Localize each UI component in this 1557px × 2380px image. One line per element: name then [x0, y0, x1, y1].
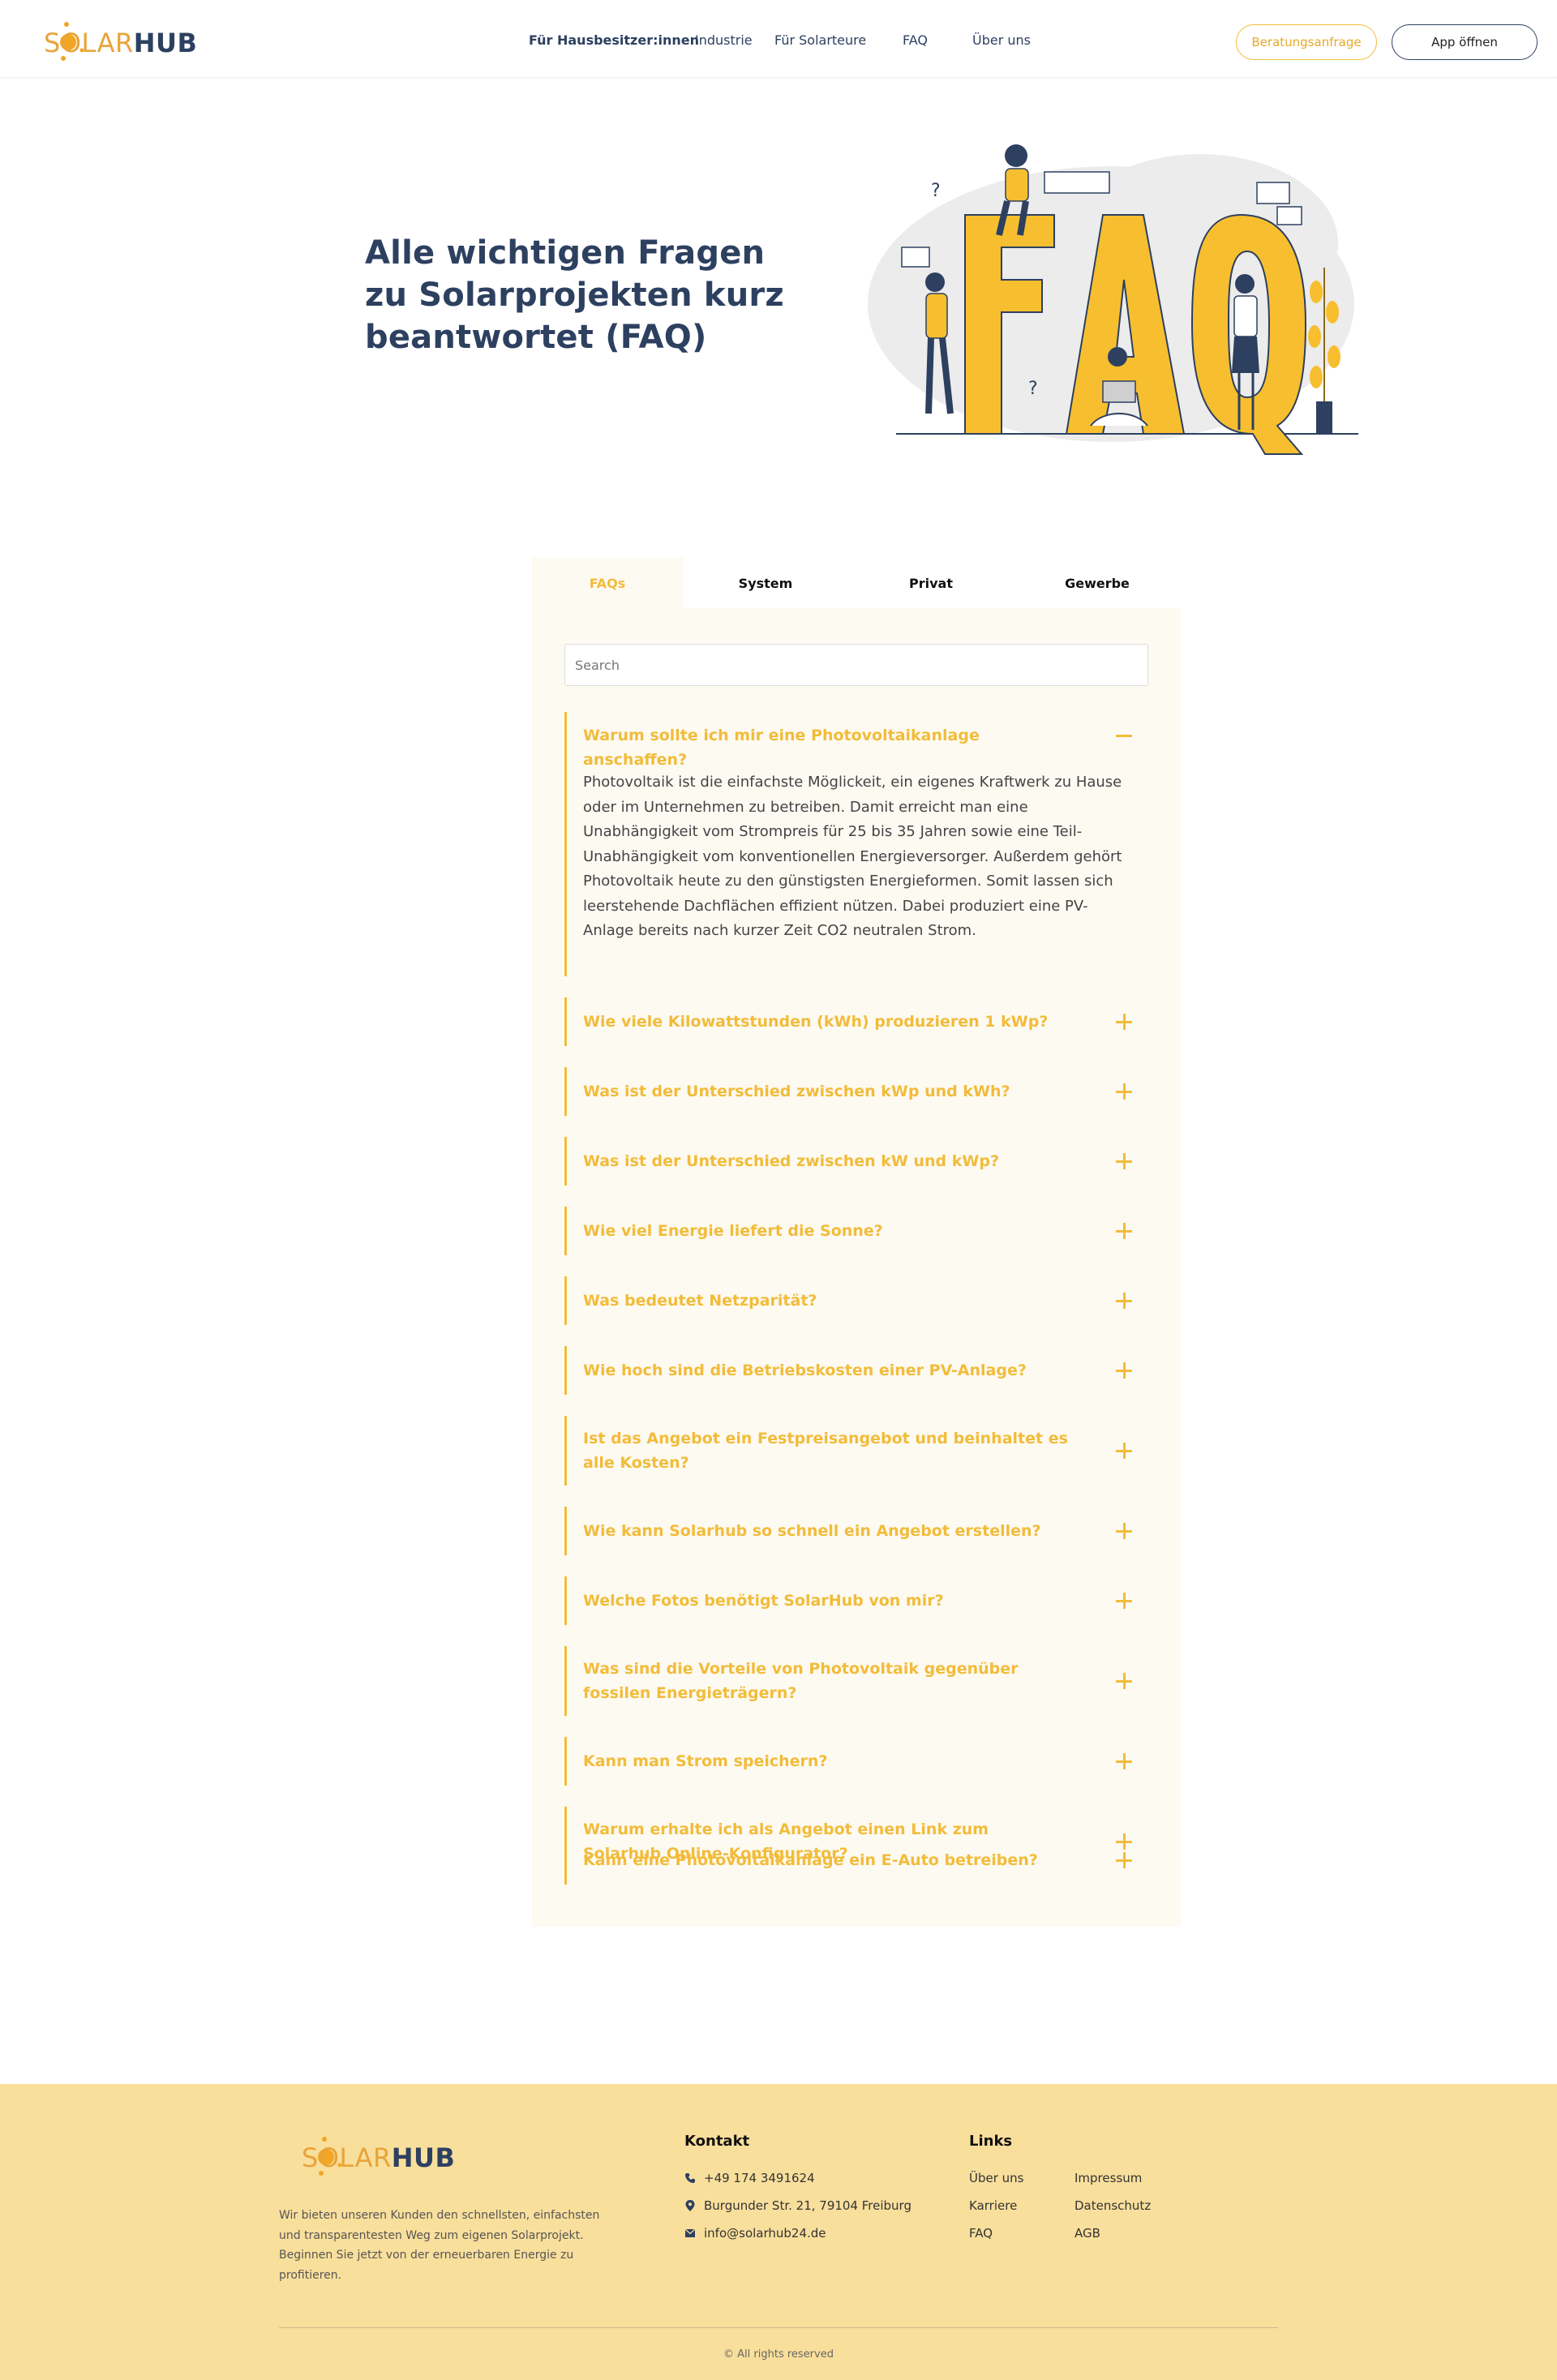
faq-question[interactable]: Wie kann Solarhub so schnell ein Angebot… — [583, 1519, 1070, 1543]
faq-item: Wie kann Solarhub so schnell ein Angebot… — [564, 1507, 1148, 1555]
faq-question[interactable]: Was ist der Unterschied zwischen kW und … — [583, 1149, 1070, 1173]
faq-item: Was ist der Unterschied zwischen kWp und… — [564, 1067, 1148, 1116]
open-app-button[interactable]: App öffnen — [1392, 24, 1538, 60]
footer-link-about[interactable]: Über uns — [969, 2171, 1024, 2185]
site-header: SOLARHUB Für Hausbesitzer:innen Industri… — [0, 0, 1557, 78]
tab-commercial[interactable]: Gewerbe — [1014, 558, 1181, 608]
faq-item: Warum sollte ich mir eine Photovoltaikan… — [564, 712, 1148, 976]
faq-item: Kann man Strom speichern? — [564, 1737, 1148, 1786]
plus-icon[interactable] — [1114, 1671, 1134, 1691]
faq-question[interactable]: Was sind die Vorteile von Photovoltaik g… — [583, 1657, 1070, 1705]
page-title: Alle wichtigen Fragen zu Solarprojekten … — [365, 234, 784, 356]
faq-answer: Photovoltaik ist die einfachste Möglicke… — [583, 774, 1122, 939]
plus-icon[interactable] — [1114, 1291, 1134, 1310]
plus-icon[interactable] — [1114, 1752, 1134, 1771]
faq-question[interactable]: Kann eine Photovoltaikanlage ein E-Auto … — [583, 1848, 1070, 1872]
mail-icon — [684, 2228, 696, 2237]
faq-item: Ist das Angebot ein Festpreisangebot und… — [564, 1416, 1148, 1486]
plus-icon[interactable] — [1114, 1151, 1134, 1171]
phone-icon — [685, 2173, 695, 2183]
location-pin-icon — [685, 2200, 695, 2211]
faq-item: Kann eine Photovoltaikanlage ein E-Auto … — [564, 1836, 1148, 1885]
plus-icon[interactable] — [1114, 1361, 1134, 1380]
faq-category-tabs: FAQs System Privat Gewerbe — [532, 558, 1181, 608]
contact-email[interactable]: info@solarhub24.de — [684, 2226, 826, 2241]
nav-item-faq[interactable]: FAQ — [903, 32, 928, 48]
faq-item: Was sind die Vorteile von Photovoltaik g… — [564, 1646, 1148, 1716]
faq-item: Welche Fotos benötigt SolarHub von mir? — [564, 1576, 1148, 1625]
search-input[interactable] — [564, 644, 1148, 686]
faq-illustration: ? ? — [860, 138, 1362, 462]
footer-link-terms[interactable]: AGB — [1074, 2226, 1100, 2241]
plus-icon[interactable] — [1114, 1441, 1134, 1460]
nav-item-installers[interactable]: Für Solarteure — [774, 32, 866, 48]
faq-people-illustration-icon: ? ? — [868, 144, 1358, 455]
faq-question[interactable]: Wie viel Energie liefert die Sonne? — [583, 1219, 1070, 1243]
consultation-request-button[interactable]: Beratungsanfrage — [1236, 24, 1377, 60]
footer-link-faq[interactable]: FAQ — [969, 2226, 993, 2241]
faq-item: Was bedeutet Netzparität? — [564, 1276, 1148, 1325]
contact-address-text: Burgunder Str. 21, 79104 Freiburg — [704, 2198, 911, 2213]
svg-text:?: ? — [931, 181, 941, 201]
footer-divider — [279, 2327, 1278, 2328]
logo-solar-text: SOLAR — [302, 2142, 392, 2173]
links-heading: Links — [969, 2133, 1013, 2150]
faq-panel: Warum sollte ich mir eine Photovoltaikan… — [532, 608, 1181, 1927]
tab-private[interactable]: Privat — [848, 558, 1014, 608]
faq-question[interactable]: Ist das Angebot ein Festpreisangebot und… — [583, 1426, 1070, 1475]
faq-question[interactable]: Wie hoch sind die Betriebskosten einer P… — [583, 1358, 1070, 1383]
faq-item: Wie viel Energie liefert die Sonne? — [564, 1207, 1148, 1255]
footer-description: Wir bieten unseren Kunden den schnellste… — [279, 2209, 600, 2282]
plus-icon[interactable] — [1114, 1221, 1134, 1241]
faq-question[interactable]: Was ist der Unterschied zwischen kWp und… — [583, 1079, 1070, 1104]
footer-link-imprint[interactable]: Impressum — [1074, 2171, 1142, 2185]
nav-item-homeowners[interactable]: Für Hausbesitzer:innen — [529, 32, 699, 48]
svg-text:?: ? — [1028, 379, 1038, 399]
contact-email-text: info@solarhub24.de — [704, 2226, 826, 2241]
faq-item: Was ist der Unterschied zwischen kW und … — [564, 1137, 1148, 1186]
site-footer: SOLARHUB Wir bieten unseren Kunden den s… — [0, 2084, 1557, 2380]
footer-link-privacy[interactable]: Datenschutz — [1074, 2198, 1151, 2213]
faq-question[interactable]: Welche Fotos benötigt SolarHub von mir? — [583, 1589, 1070, 1613]
faq-question[interactable]: Was bedeutet Netzparität? — [583, 1289, 1070, 1313]
logo-hub-text: HUB — [391, 2142, 456, 2173]
faq-question[interactable]: Warum sollte ich mir eine Photovoltaikan… — [583, 723, 1070, 772]
copyright-text: © All rights reserved — [723, 2348, 834, 2361]
contact-address: Burgunder Str. 21, 79104 Freiburg — [684, 2198, 911, 2213]
faq-item: Wie viele Kilowattstunden (kWh) produzie… — [564, 997, 1148, 1046]
plus-icon[interactable] — [1114, 1850, 1134, 1870]
tab-faqs[interactable]: FAQs — [532, 558, 683, 608]
contact-heading: Kontakt — [684, 2133, 750, 2150]
minus-icon[interactable] — [1114, 726, 1134, 745]
tab-system[interactable]: System — [683, 558, 848, 608]
footer-link-careers[interactable]: Karriere — [969, 2198, 1017, 2213]
footer-solarhub-logo[interactable]: SOLARHUB — [302, 2133, 455, 2178]
contact-phone-text: +49 174 3491624 — [704, 2171, 815, 2185]
plus-icon[interactable] — [1114, 1591, 1134, 1610]
faq-question[interactable]: Wie viele Kilowattstunden (kWh) produzie… — [583, 1010, 1070, 1034]
plus-icon[interactable] — [1114, 1521, 1134, 1541]
nav-item-about[interactable]: Über uns — [972, 32, 1031, 48]
plus-icon[interactable] — [1114, 1012, 1134, 1031]
nav-item-industry[interactable]: Industrie — [695, 32, 753, 48]
plus-icon[interactable] — [1114, 1082, 1134, 1101]
faq-item: Wie hoch sind die Betriebskosten einer P… — [564, 1346, 1148, 1395]
faq-question[interactable]: Kann man Strom speichern? — [583, 1749, 1070, 1773]
contact-phone[interactable]: +49 174 3491624 — [684, 2171, 815, 2185]
